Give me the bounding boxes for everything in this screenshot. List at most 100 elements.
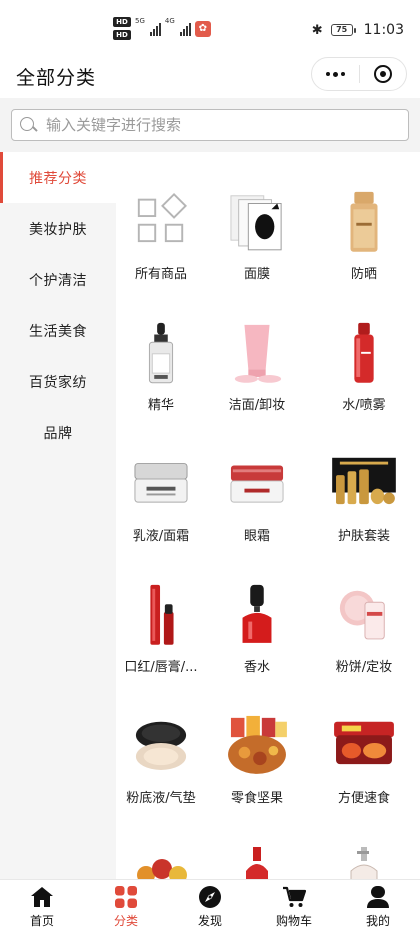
sidebar-item-label: 推荐分类 (29, 170, 87, 187)
category-label: 方便速食 (337, 790, 390, 805)
category-item-mask[interactable]: 面膜 (206, 190, 308, 281)
category-label: 眼霜 (243, 528, 270, 543)
sidebar-item-label: 生活美食 (29, 323, 87, 340)
close-button[interactable] (360, 58, 406, 90)
cleanser-image (234, 324, 282, 383)
network-label: 4G (164, 17, 175, 25)
category-item-bottle[interactable] (206, 845, 308, 879)
toner-image (354, 322, 374, 383)
category-item-powder[interactable]: 粉饼/定妆 (308, 583, 420, 674)
category-item-eye-cream[interactable]: 眼霜 (206, 452, 308, 543)
category-item-serum[interactable]: 精华 (116, 321, 206, 412)
sidebar-item-beauty[interactable]: 美妆护肤 (0, 203, 116, 254)
eye-cream-image (230, 465, 284, 503)
signal-icon (149, 22, 161, 36)
bluetooth-icon: ✱ (311, 22, 323, 38)
category-label: 防晒 (350, 266, 377, 281)
tab-label: 购物车 (275, 914, 312, 928)
category-item-cream[interactable]: 乳液/面霜 (116, 452, 206, 543)
cushion-image (135, 721, 187, 770)
serum-image (148, 322, 174, 384)
category-grid: 所有商品 面膜 防晒 精华 洁面/卸妆 水/喷雾 乳液/面霜 眼霜 护肤套装 口… (116, 190, 420, 879)
close-circle-icon (373, 65, 392, 83)
fruit-basket-image (137, 859, 187, 879)
title-bar: 全部分类 (0, 56, 420, 98)
compass-icon (199, 886, 221, 908)
tab-label: 首页 (29, 914, 54, 928)
category-item-pump-bottle[interactable] (308, 845, 420, 879)
bottom-tab-bar: 首页 分类 发现 购物车 我的 (0, 879, 420, 933)
category-panel: 所有商品 面膜 防晒 精华 洁面/卸妆 水/喷雾 乳液/面霜 眼霜 护肤套装 口… (116, 152, 420, 879)
category-label: 零食坚果 (230, 790, 283, 805)
bottle-image (246, 847, 268, 879)
sunscreen-image (350, 191, 378, 252)
category-item-instant-food[interactable]: 方便速食 (308, 714, 420, 805)
category-item-toner[interactable]: 水/喷雾 (308, 321, 420, 412)
more-button[interactable] (312, 58, 359, 90)
hd-badge: HD (113, 30, 131, 40)
category-label: 乳液/面霜 (132, 528, 190, 543)
network-label: 5G (135, 17, 145, 25)
battery-icon: 75 (330, 24, 356, 36)
tab-label: 分类 (113, 914, 138, 928)
sidebar-item-label: 品牌 (43, 425, 73, 442)
sidebar-item-label: 美妆护肤 (29, 221, 87, 238)
category-item-perfume[interactable]: 香水 (206, 583, 308, 674)
notification-app-icon: ✿ (194, 20, 211, 37)
category-item-lipstick[interactable]: 口红/唇膏/... (116, 583, 206, 674)
lipstick-image (150, 584, 174, 645)
category-label: 粉饼/定妆 (335, 659, 393, 674)
sidebar-item-brand[interactable]: 品牌 (0, 407, 116, 458)
search-bar (0, 98, 420, 152)
category-item-all[interactable]: 所有商品 (116, 190, 206, 281)
hd-badge: HD (113, 17, 131, 27)
tab-mine[interactable]: 我的 (336, 880, 420, 933)
battery-level: 75 (330, 24, 353, 36)
tab-category[interactable]: 分类 (84, 880, 168, 933)
category-item-snacks[interactable]: 零食坚果 (206, 714, 308, 805)
category-item-skincare-set[interactable]: 护肤套装 (308, 452, 420, 543)
sidebar-item-food[interactable]: 生活美食 (0, 305, 116, 356)
face-mask-image (230, 195, 282, 251)
search-input[interactable] (46, 116, 386, 134)
signal-icon (179, 22, 191, 36)
category-item-foundation[interactable]: 粉底液/气垫 (116, 714, 206, 805)
category-item-cleanser[interactable]: 洁面/卸妆 (206, 321, 308, 412)
category-label: 香水 (243, 659, 270, 674)
page-title: 全部分类 (16, 67, 97, 89)
category-label: 口红/唇膏/... (124, 659, 198, 674)
cream-jar-image (134, 463, 188, 503)
search-box[interactable] (11, 109, 409, 141)
sidebar-item-label: 百货家纺 (29, 374, 87, 391)
category-sidebar: 推荐分类 美妆护肤 个护清洁 生活美食 百货家纺 品牌 (0, 152, 116, 879)
pump-bottle-image (350, 847, 378, 879)
tab-home[interactable]: 首页 (0, 880, 84, 933)
category-label: 护肤套装 (337, 528, 390, 543)
grid-diamond-icon (137, 192, 187, 243)
tab-cart[interactable]: 购物车 (252, 880, 336, 933)
category-label: 洁面/卸妆 (228, 397, 286, 412)
instant-food-image (334, 721, 394, 765)
status-bar: HD HD 5G 4G ✿ ✱ 75 11:03 (0, 0, 420, 56)
sidebar-item-personal-care[interactable]: 个护清洁 (0, 254, 116, 305)
tab-label: 发现 (197, 914, 222, 928)
sidebar-item-recommended[interactable]: 推荐分类 (0, 152, 116, 203)
category-label: 粉底液/气垫 (126, 790, 196, 805)
tab-label: 我的 (365, 914, 390, 928)
category-item-sunscreen[interactable]: 防晒 (308, 190, 420, 281)
snacks-image (228, 715, 287, 774)
category-item-fruit[interactable] (116, 845, 206, 879)
category-icon (115, 886, 137, 908)
tab-discover[interactable]: 发现 (168, 880, 252, 933)
sidebar-item-home[interactable]: 百货家纺 (0, 356, 116, 407)
cart-icon (283, 886, 306, 907)
perfume-image (242, 584, 272, 643)
status-icons: HD HD 5G 4G ✿ (113, 17, 211, 40)
skincare-set-image (332, 457, 396, 505)
category-label: 水/喷雾 (342, 397, 386, 412)
category-label: 面膜 (243, 266, 270, 281)
clock: 11:03 (363, 22, 404, 38)
search-icon (20, 116, 37, 134)
sidebar-item-label: 个护清洁 (29, 272, 87, 289)
home-icon (31, 887, 53, 907)
